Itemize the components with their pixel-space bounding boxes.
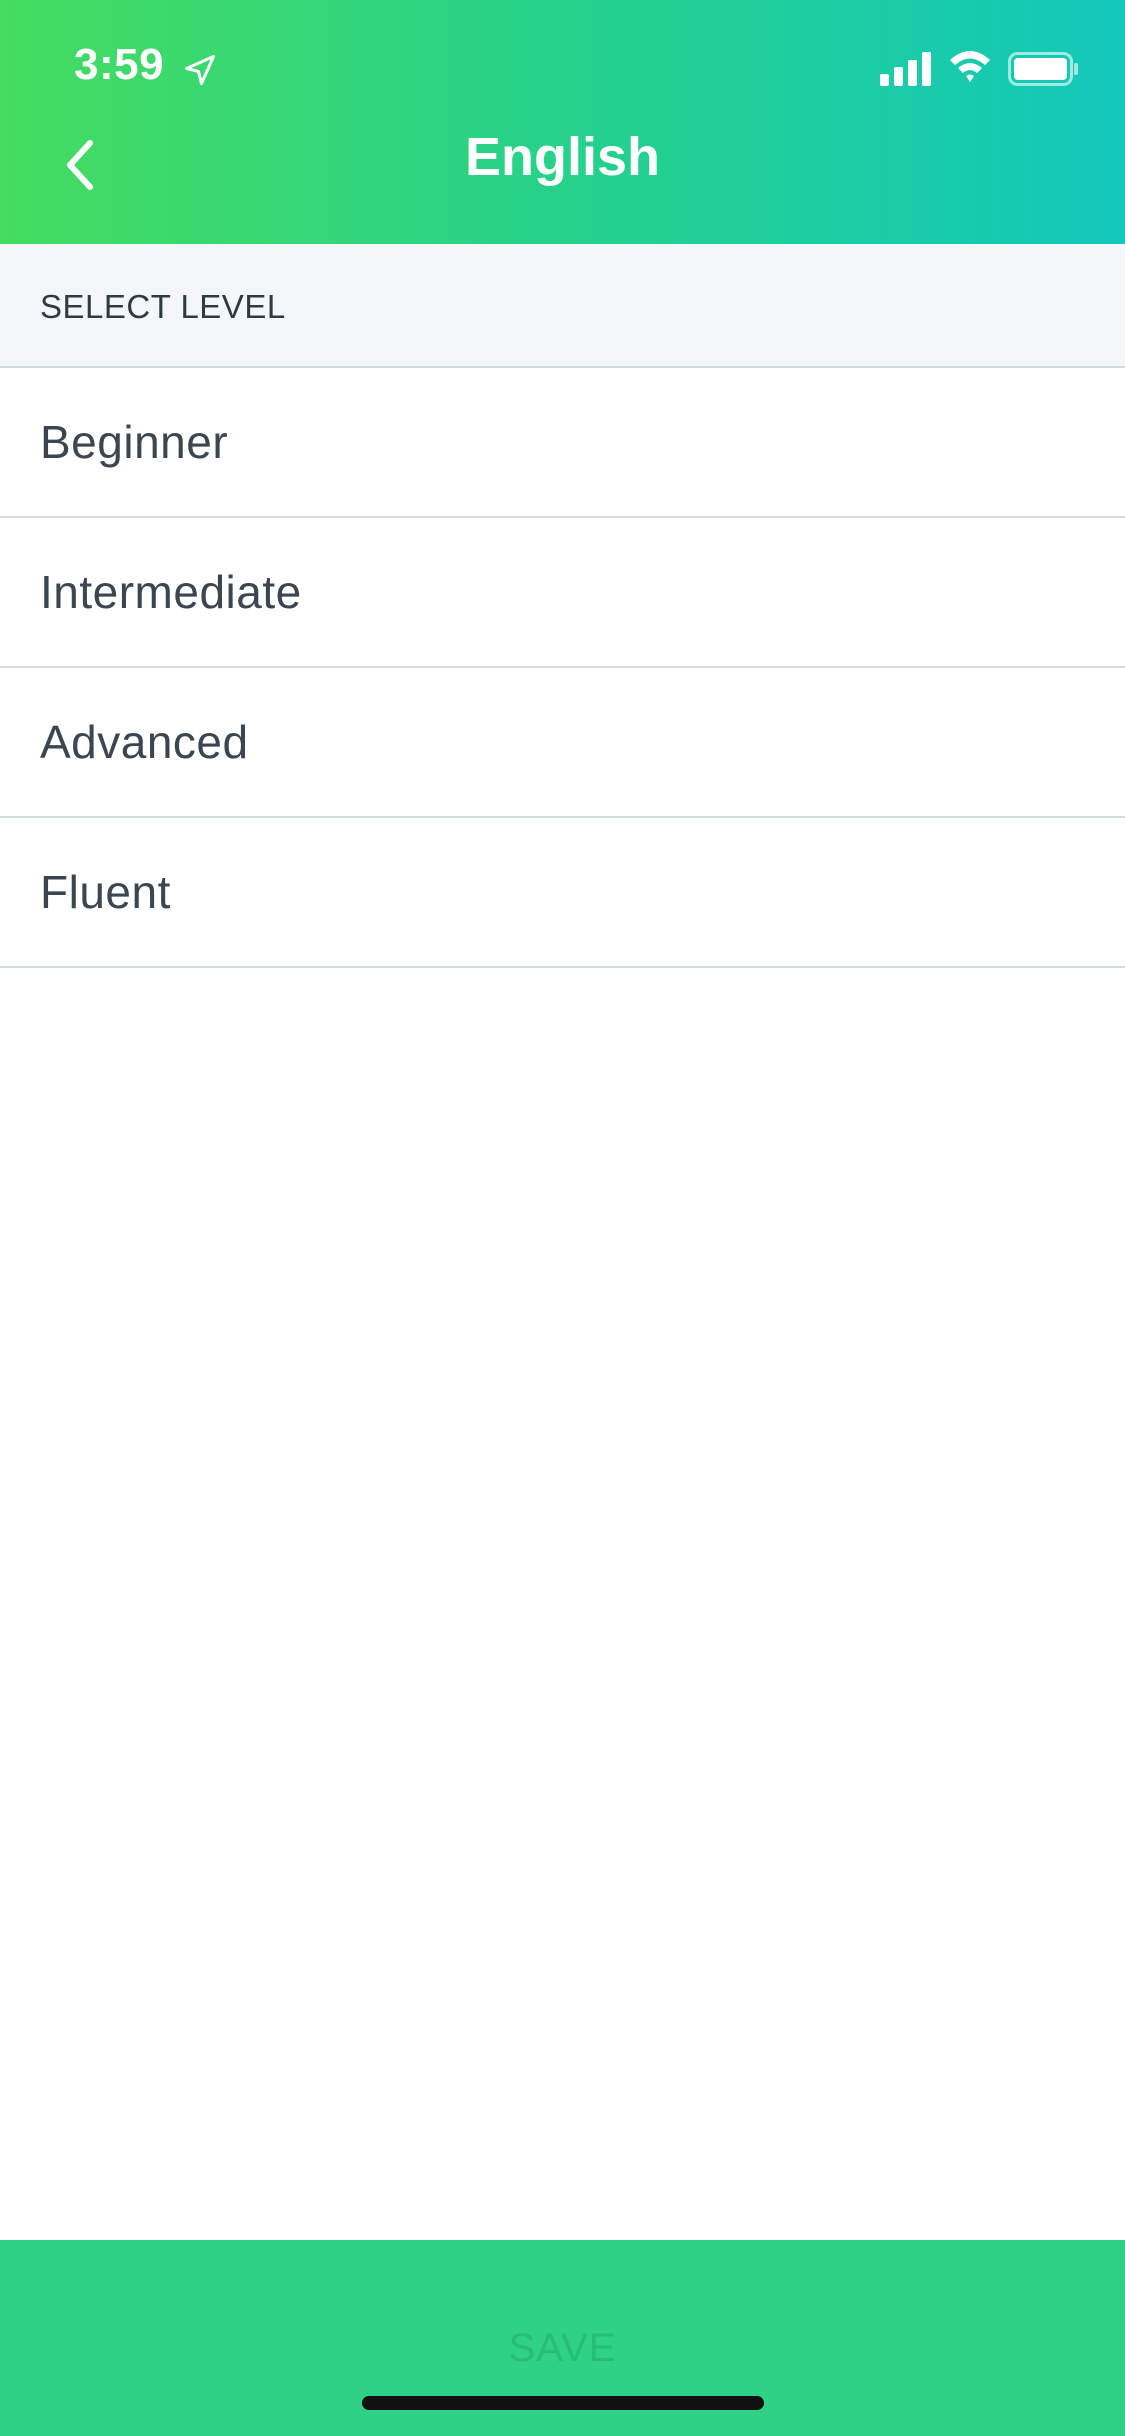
level-list: Beginner Intermediate Advanced Fluent: [0, 368, 1125, 968]
home-indicator[interactable]: [362, 2396, 764, 2410]
level-label: Intermediate: [40, 566, 302, 618]
level-label: Beginner: [40, 416, 229, 468]
battery-icon: [1008, 52, 1078, 86]
level-option-intermediate[interactable]: Intermediate: [0, 518, 1125, 668]
section-header: SELECT LEVEL: [0, 244, 1125, 368]
level-option-advanced[interactable]: Advanced: [0, 668, 1125, 818]
header: 3:59 English: [0, 0, 1125, 244]
level-label: Advanced: [40, 716, 249, 768]
level-option-fluent[interactable]: Fluent: [0, 818, 1125, 968]
section-title: SELECT LEVEL: [40, 288, 286, 325]
location-arrow-icon: [185, 55, 215, 85]
wifi-icon: [950, 51, 990, 82]
level-option-beginner[interactable]: Beginner: [0, 368, 1125, 518]
screen: 3:59 English SELECT LEVEL Beginner Inter…: [0, 0, 1125, 2436]
page-title: English: [464, 127, 660, 187]
status-time: 3:59: [74, 40, 165, 89]
status-bar: 3:59: [0, 0, 1125, 132]
level-label: Fluent: [40, 866, 171, 918]
cellular-signal-icon: [880, 52, 931, 86]
save-label: SAVE: [508, 2326, 617, 2370]
